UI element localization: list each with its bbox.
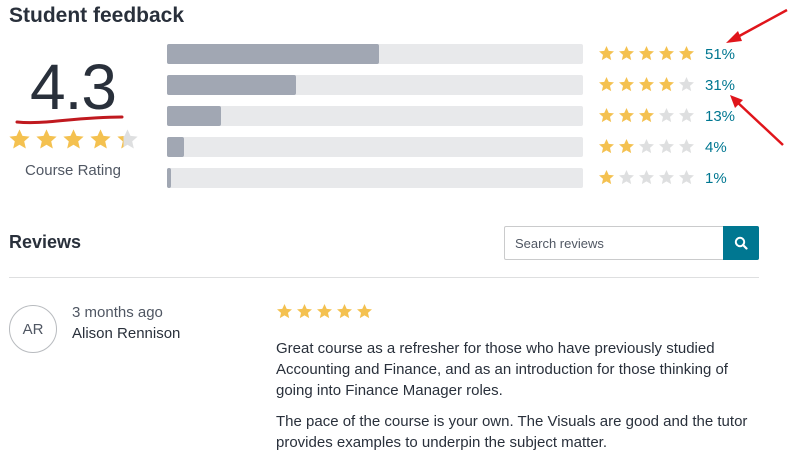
star-full-icon (619, 77, 634, 92)
distribution-bar-track (167, 137, 583, 157)
distribution-bar-fill (167, 75, 296, 95)
star-empty-icon (679, 108, 694, 123)
star-empty-icon (679, 170, 694, 185)
distribution-row-5-star[interactable]: 51% (167, 44, 767, 64)
star-full-icon (317, 304, 332, 319)
star-full-icon (619, 108, 634, 123)
review-paragraph: The pace of the course is your own. The … (276, 413, 748, 451)
star-empty-icon (659, 108, 674, 123)
star-full-icon (659, 46, 674, 61)
red-underline-annotation (15, 115, 124, 125)
star-full-icon (639, 77, 654, 92)
star-full-icon (90, 129, 111, 149)
star-full-icon (599, 139, 614, 154)
star-full-icon (619, 46, 634, 61)
star-full-icon (337, 304, 352, 319)
star-full-icon (599, 170, 614, 185)
star-full-icon (297, 304, 312, 319)
star-partial-icon (117, 129, 138, 149)
star-full-icon (659, 77, 674, 92)
arrow-line-top (731, 8, 788, 42)
distribution-bar-fill (167, 106, 221, 126)
distribution-row-stars (598, 76, 695, 93)
distribution-row-2-star[interactable]: 4% (167, 137, 767, 157)
distribution-bar-track (167, 75, 583, 95)
distribution-bar-fill (167, 137, 184, 157)
search-reviews-input[interactable] (505, 227, 724, 259)
star-full-icon (619, 139, 634, 154)
distribution-row-stars (598, 45, 695, 62)
review-paragraph: Great course as a refresher for those wh… (276, 340, 728, 399)
distribution-bar-track (167, 44, 583, 64)
average-rating-number: 4.3 (30, 51, 117, 123)
arrowhead-top (726, 31, 742, 43)
search-icon (734, 236, 748, 250)
star-full-icon (36, 129, 57, 149)
reviews-title: Reviews (9, 232, 82, 252)
distribution-row-4-star[interactable]: 31% (167, 75, 767, 95)
review-time: 3 months ago (72, 304, 163, 321)
distribution-bar-track (167, 168, 583, 188)
search-button[interactable] (723, 226, 759, 260)
distribution-bar-track (167, 106, 583, 126)
star-full-icon (679, 46, 694, 61)
distribution-percent-link[interactable]: 4% (705, 139, 727, 156)
distribution-row-1-star[interactable]: 1% (167, 168, 767, 188)
avatar: AR (9, 305, 57, 353)
distribution-bar-fill (167, 44, 379, 64)
star-empty-icon (619, 170, 634, 185)
star-empty-icon (639, 139, 654, 154)
star-empty-icon (679, 139, 694, 154)
star-full-icon (277, 304, 292, 319)
star-full-icon (63, 129, 84, 149)
average-rating-stars (8, 128, 139, 151)
star-full-icon (599, 108, 614, 123)
distribution-row-3-star[interactable]: 13% (167, 106, 767, 126)
distribution-row-stars (598, 107, 695, 124)
average-rating-block: 4.3 (8, 52, 138, 122)
star-full-icon (599, 77, 614, 92)
distribution-percent-link[interactable]: 1% (705, 170, 727, 187)
star-empty-icon (639, 170, 654, 185)
star-empty-icon (659, 139, 674, 154)
search-reviews-box (504, 226, 759, 260)
distribution-row-stars (598, 169, 695, 186)
feedback-title: Student feedback (9, 4, 185, 27)
star-empty-icon (679, 77, 694, 92)
review-rating-stars (276, 303, 373, 320)
star-full-icon (639, 108, 654, 123)
distribution-percent-link[interactable]: 31% (705, 77, 735, 94)
student-feedback-page: Student feedback 4.3 Course Rating 51% 31… (0, 0, 811, 457)
course-rating-caption: Course Rating (25, 162, 121, 179)
review-author: Alison Rennison (72, 325, 181, 342)
star-full-icon (639, 46, 654, 61)
star-full-icon (9, 129, 30, 149)
star-empty-icon (659, 170, 674, 185)
distribution-percent-link[interactable]: 51% (705, 46, 735, 63)
distribution-percent-link[interactable]: 13% (705, 108, 735, 125)
star-full-icon (357, 304, 372, 319)
star-full-icon (599, 46, 614, 61)
distribution-row-stars (598, 138, 695, 155)
distribution-bar-fill (167, 168, 171, 188)
reviews-divider (9, 277, 759, 278)
